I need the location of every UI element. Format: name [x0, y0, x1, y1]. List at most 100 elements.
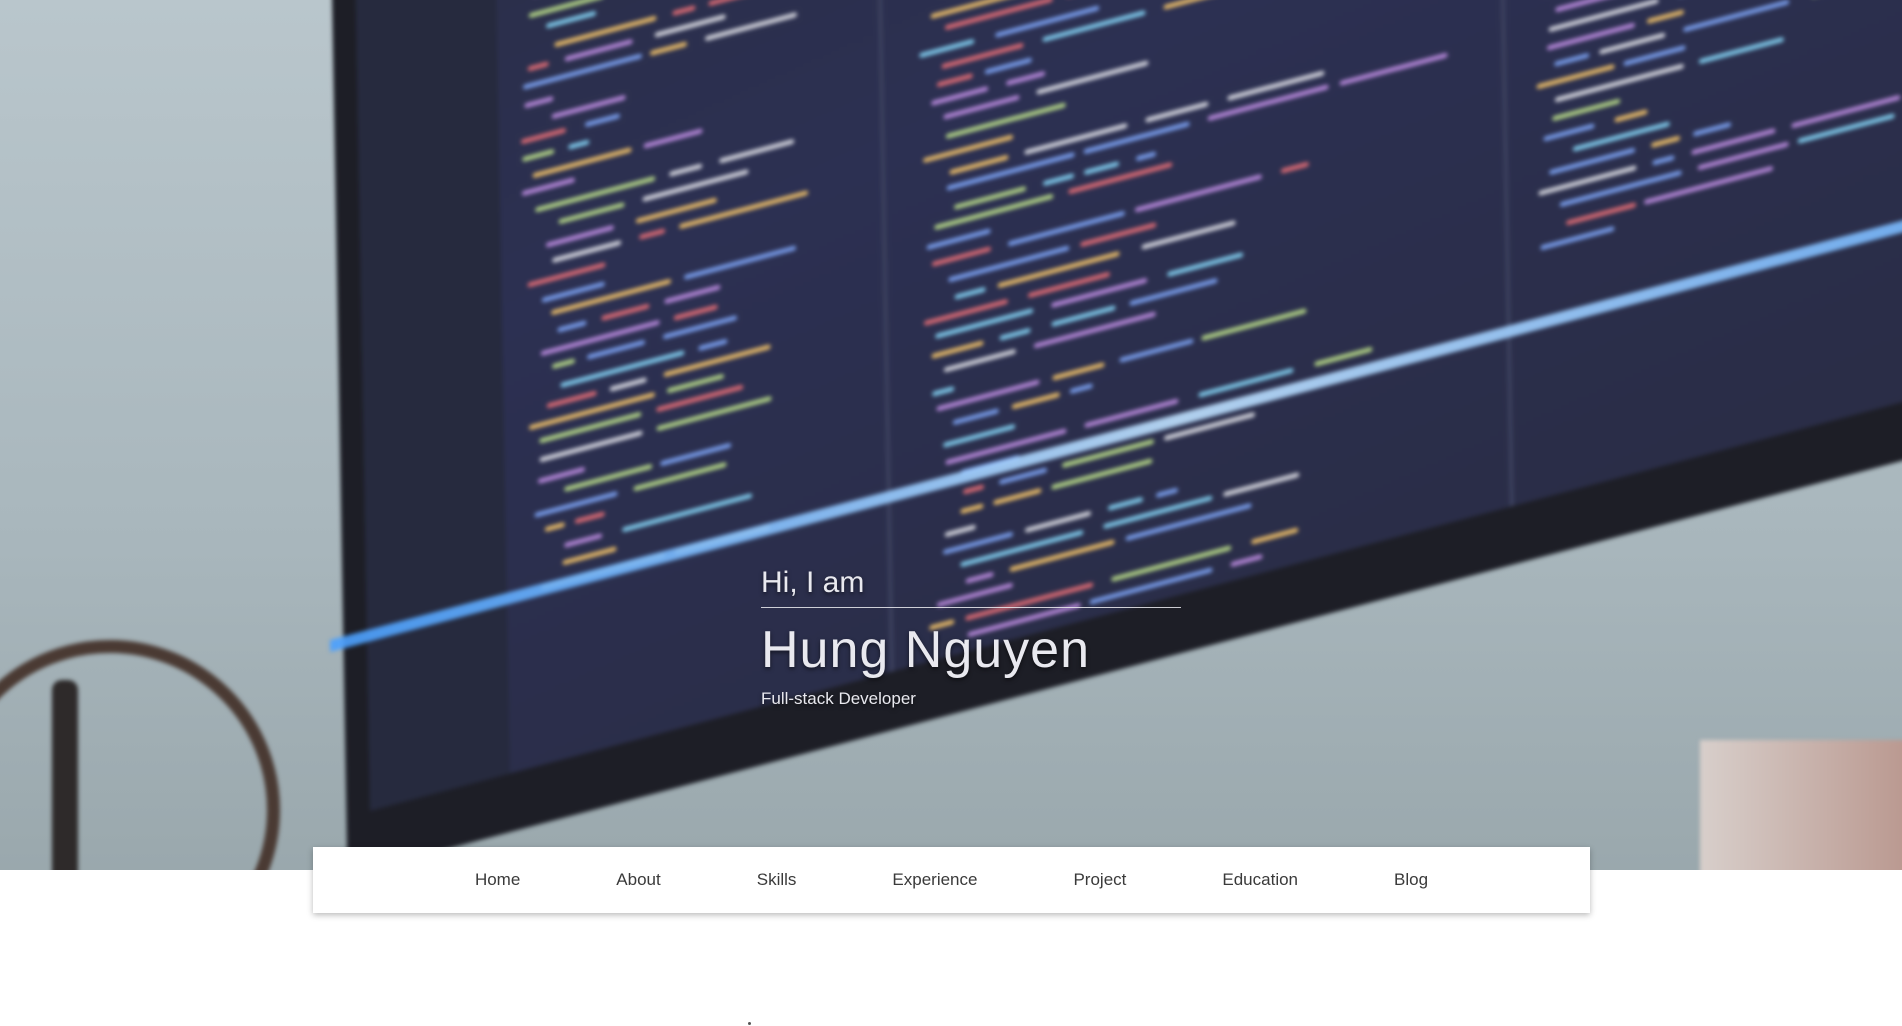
code-token [1008, 210, 1125, 247]
code-token [1226, 70, 1325, 102]
code-token [1339, 52, 1448, 87]
hero-section: Hi, I am Hung Nguyen Full-stack Develope… [0, 0, 1902, 870]
editor-sidebar [354, 0, 510, 811]
code-token [1006, 70, 1046, 86]
code-token [544, 521, 566, 533]
code-token [940, 741, 1034, 772]
nav-item-blog[interactable]: Blog [1346, 847, 1476, 913]
code-token [649, 41, 687, 56]
code-token [954, 286, 986, 300]
code-token [1119, 338, 1194, 363]
code-token [663, 343, 771, 378]
code-token [1023, 753, 1059, 768]
code-token [1134, 173, 1262, 213]
code-token [946, 152, 1075, 192]
hero-role: Full-stack Developer [761, 689, 916, 708]
code-token [1069, 383, 1093, 395]
nav-item-experience[interactable]: Experience [844, 847, 1025, 913]
code-token [664, 283, 721, 304]
code-token [1650, 135, 1681, 149]
code-token [642, 168, 749, 203]
code-token [1083, 121, 1191, 155]
code-token [707, 0, 752, 7]
code-token [551, 357, 576, 369]
code-token [1231, 656, 1352, 694]
code-token [1552, 98, 1621, 122]
code-token [535, 175, 655, 213]
code-token [546, 10, 596, 29]
code-token [643, 127, 703, 149]
code-token [601, 303, 650, 321]
desk-object [1700, 740, 1902, 870]
code-token [1107, 496, 1144, 512]
code-token [1156, 487, 1179, 499]
code-token [936, 379, 1040, 412]
code-token [622, 492, 752, 533]
code-token [1167, 746, 1279, 781]
code-token [919, 38, 974, 59]
code-token [679, 189, 809, 230]
code-token [1069, 730, 1143, 756]
code-token [1554, 62, 1685, 103]
code-token [574, 511, 605, 525]
code-token [948, 245, 1070, 283]
nav-item-home[interactable]: Home [427, 847, 568, 913]
code-token [1011, 391, 1061, 410]
code-token [1280, 161, 1309, 174]
code-token [639, 228, 665, 240]
code-token [522, 149, 555, 163]
code-token [952, 408, 999, 426]
code-token [931, 85, 989, 106]
code-token [993, 487, 1042, 506]
code-token [963, 484, 984, 495]
code-token [1033, 310, 1157, 349]
code-token [1270, 645, 1320, 664]
nav-item-about[interactable]: About [568, 847, 708, 913]
code-token [1566, 202, 1636, 226]
code-token [537, 466, 585, 484]
code-token [562, 546, 617, 566]
code-token [966, 808, 1044, 811]
code-token [1068, 162, 1173, 195]
code-token [609, 376, 648, 392]
code-token [684, 245, 796, 280]
code-token [521, 177, 576, 197]
code-token [1103, 495, 1213, 530]
code-token [1064, 780, 1150, 809]
code-token [520, 127, 567, 145]
code-token [1223, 471, 1300, 498]
code-token [1024, 122, 1128, 156]
code-token [1163, 0, 1260, 10]
code-token [945, 102, 1066, 140]
stand-ring [0, 640, 280, 870]
code-token [1043, 173, 1074, 187]
nav-item-skills[interactable]: Skills [709, 847, 845, 913]
code-token [1699, 36, 1784, 64]
code-token [1052, 361, 1105, 381]
code-token [1167, 251, 1244, 277]
code-token [534, 491, 618, 519]
code-token [656, 395, 772, 431]
code-token [934, 193, 1054, 231]
code-token [1614, 109, 1648, 123]
code-token [539, 412, 642, 445]
code-token [668, 162, 703, 177]
code-token [984, 57, 1032, 75]
code-token [1599, 32, 1666, 55]
code-token [587, 338, 646, 360]
code-token [527, 61, 549, 72]
nav-item-project[interactable]: Project [1025, 847, 1174, 913]
code-token [1136, 151, 1157, 162]
code-token [1042, 710, 1149, 744]
code-token [1012, 789, 1054, 806]
code-token [1643, 165, 1774, 205]
nav-item-education[interactable]: Education [1174, 847, 1346, 913]
code-token [926, 228, 991, 251]
main-navigation: Home About Skills Experience Project Edu… [313, 847, 1590, 913]
hero-background-image [0, 0, 1902, 870]
code-token [1103, 753, 1126, 765]
code-token [960, 529, 1084, 568]
code-token [1219, 662, 1255, 677]
code-token [522, 53, 642, 90]
code-token [1125, 502, 1252, 542]
